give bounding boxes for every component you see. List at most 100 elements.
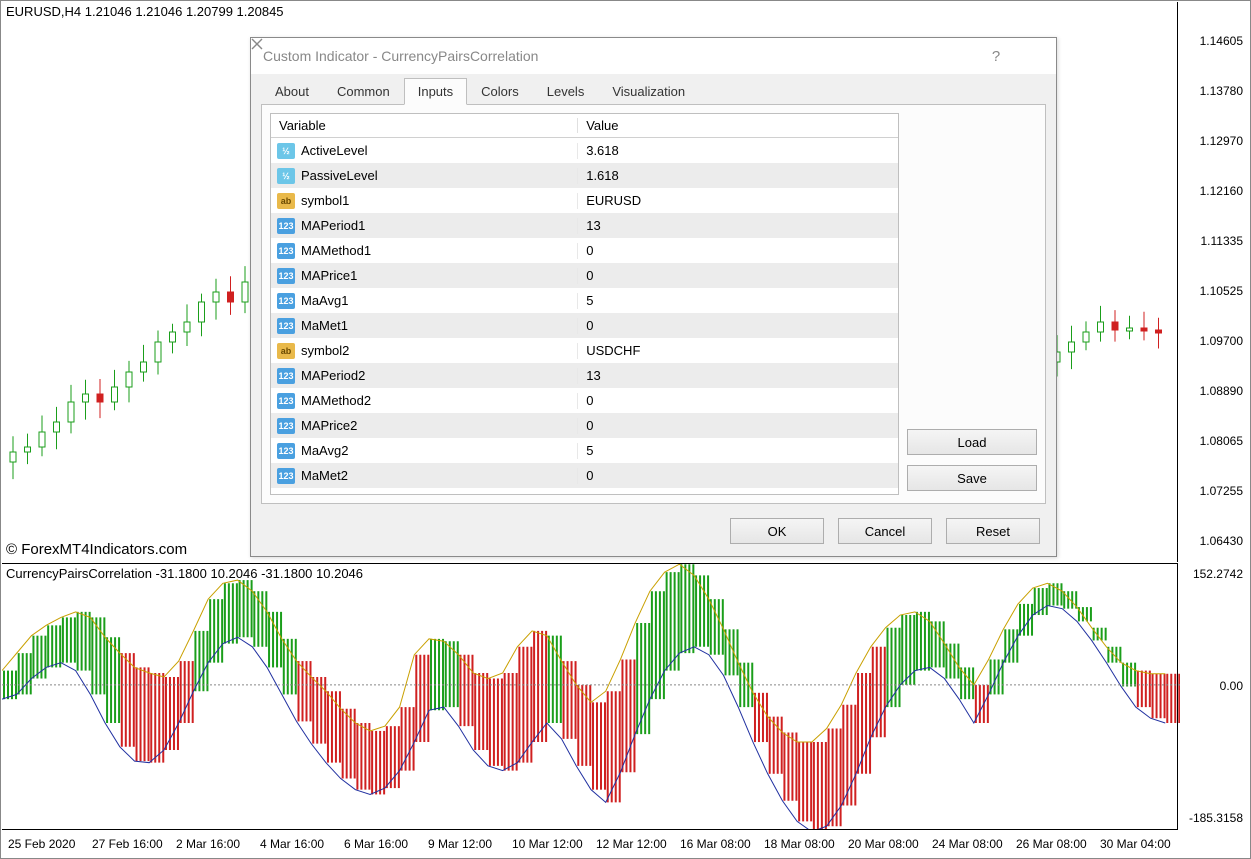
var-value[interactable]: 1.618	[578, 168, 898, 183]
input-row[interactable]: 123MaMet10	[271, 313, 898, 338]
price-tick: 1.11335	[1201, 234, 1244, 248]
indicator-panel[interactable]: CurrencyPairsCorrelation -31.1800 10.204…	[2, 563, 1178, 831]
price-tick: 1.12970	[1200, 134, 1243, 148]
time-tick: 9 Mar 12:00	[428, 837, 492, 851]
type-icon: 123	[277, 268, 295, 284]
var-value[interactable]: 0	[578, 393, 898, 408]
help-button[interactable]: ?	[976, 38, 1016, 74]
reset-button[interactable]: Reset	[946, 518, 1040, 544]
time-tick: 24 Mar 08:00	[932, 837, 1003, 851]
load-button[interactable]: Load	[907, 429, 1037, 455]
var-name: MaMet2	[301, 468, 348, 483]
var-value[interactable]: 13	[578, 368, 898, 383]
var-name: MAMethod1	[301, 243, 371, 258]
input-row[interactable]: ½ ActiveLevel 3.618	[271, 138, 898, 163]
inputs-tab-body: Variable Value ½ ActiveLevel 3.618 ½Passive…	[261, 104, 1046, 504]
tab-colors[interactable]: Colors	[467, 78, 533, 104]
var-value[interactable]: 0	[578, 243, 898, 258]
time-tick: 4 Mar 16:00	[260, 837, 324, 851]
input-row[interactable]: 123 MAPrice1 0	[271, 263, 898, 288]
var-value[interactable]: 0	[578, 468, 898, 483]
var-name: MAPeriod2	[301, 368, 365, 383]
type-icon: 123	[277, 293, 295, 309]
time-tick: 2 Mar 16:00	[176, 837, 240, 851]
price-tick: 1.12160	[1200, 184, 1243, 198]
time-tick: 30 Mar 04:00	[1100, 837, 1171, 851]
dialog-titlebar[interactable]: Custom Indicator - CurrencyPairsCorrelat…	[251, 38, 1056, 74]
input-row[interactable]: 123 MAPeriod1 13	[271, 213, 898, 238]
time-tick: 12 Mar 12:00	[596, 837, 667, 851]
var-value[interactable]: 0	[578, 268, 898, 283]
type-icon: 123	[277, 318, 295, 334]
input-row[interactable]: 123MaAvg25	[271, 438, 898, 463]
indicator-axis: 152.27420.00-185.3158	[1179, 563, 1249, 831]
time-tick: 16 Mar 08:00	[680, 837, 751, 851]
input-row[interactable]: 123MAMethod20	[271, 388, 898, 413]
indicator-label: CurrencyPairsCorrelation -31.1800 10.204…	[6, 566, 363, 581]
input-row[interactable]: 123 MAMethod1 0	[271, 238, 898, 263]
time-axis: 25 Feb 2020 27 Feb 16:00 2 Mar 16:00 4 Mar …	[2, 829, 1178, 857]
type-icon: ½	[277, 168, 295, 184]
price-tick: 1.13780	[1200, 84, 1243, 98]
time-tick: 25 Feb 2020	[8, 837, 75, 851]
var-value[interactable]: 5	[578, 443, 898, 458]
input-row[interactable]: 123 MAPeriod2 13	[271, 363, 898, 388]
var-name: MaAvg1	[301, 293, 348, 308]
save-button[interactable]: Save	[907, 465, 1037, 491]
indicator-tick: 0.00	[1220, 679, 1243, 693]
col-value[interactable]: Value	[578, 118, 898, 133]
var-name: ActiveLevel	[301, 143, 367, 158]
input-row[interactable]: absymbol1EURUSD	[271, 188, 898, 213]
price-tick: 1.06430	[1200, 534, 1243, 548]
type-icon: 123	[277, 218, 295, 234]
price-tick: 1.14605	[1200, 34, 1243, 48]
side-buttons: Load Save	[907, 113, 1037, 495]
col-variable[interactable]: Variable	[271, 118, 578, 133]
input-row[interactable]: ½PassiveLevel1.618	[271, 163, 898, 188]
type-icon: 123	[277, 468, 295, 484]
ok-button[interactable]: OK	[730, 518, 824, 544]
var-value[interactable]: EURUSD	[578, 193, 898, 208]
input-row[interactable]: 123 MAPrice2 0	[271, 413, 898, 438]
var-value[interactable]: 13	[578, 218, 898, 233]
var-value[interactable]: 0	[578, 318, 898, 333]
var-name: symbol1	[301, 193, 349, 208]
time-tick: 27 Feb 16:00	[92, 837, 163, 851]
time-tick: 6 Mar 16:00	[344, 837, 408, 851]
input-row[interactable]: 123 MaMet2 0	[271, 463, 898, 488]
type-icon: ab	[277, 343, 295, 359]
indicator-tick: 152.2742	[1193, 567, 1243, 581]
tab-common[interactable]: Common	[323, 78, 404, 104]
tab-inputs[interactable]: Inputs	[404, 78, 467, 105]
type-icon: 123	[277, 243, 295, 259]
indicator-canvas	[2, 564, 1180, 832]
tab-about[interactable]: About	[261, 78, 323, 104]
var-name: MAPrice2	[301, 418, 357, 433]
price-tick: 1.09700	[1200, 334, 1243, 348]
time-tick: 26 Mar 08:00	[1016, 837, 1087, 851]
type-icon: 123	[277, 368, 295, 384]
type-icon: ½	[277, 143, 295, 159]
var-name: MAMethod2	[301, 393, 371, 408]
cancel-button[interactable]: Cancel	[838, 518, 932, 544]
time-tick: 10 Mar 12:00	[512, 837, 583, 851]
price-tick: 1.07255	[1200, 484, 1243, 498]
var-name: MaAvg2	[301, 443, 348, 458]
var-value[interactable]: 0	[578, 418, 898, 433]
close-button[interactable]	[1016, 38, 1056, 74]
var-name: symbol2	[301, 343, 349, 358]
var-name: MAPeriod1	[301, 218, 365, 233]
dialog-footer: OK Cancel Reset	[251, 514, 1056, 558]
type-icon: 123	[277, 418, 295, 434]
var-value[interactable]: 3.618	[578, 143, 898, 158]
var-value[interactable]: 5	[578, 293, 898, 308]
input-row[interactable]: 123 MaAvg1 5	[271, 288, 898, 313]
dialog-tabs: AboutCommonInputsColorsLevelsVisualizati…	[251, 74, 1056, 104]
inputs-table[interactable]: Variable Value ½ ActiveLevel 3.618 ½Passive…	[270, 113, 899, 495]
var-name: MAPrice1	[301, 268, 357, 283]
var-value[interactable]: USDCHF	[578, 343, 898, 358]
input-row[interactable]: ab symbol2 USDCHF	[271, 338, 898, 363]
dialog-title: Custom Indicator - CurrencyPairsCorrelat…	[263, 48, 538, 64]
tab-levels[interactable]: Levels	[533, 78, 599, 104]
tab-visualization[interactable]: Visualization	[598, 78, 699, 104]
